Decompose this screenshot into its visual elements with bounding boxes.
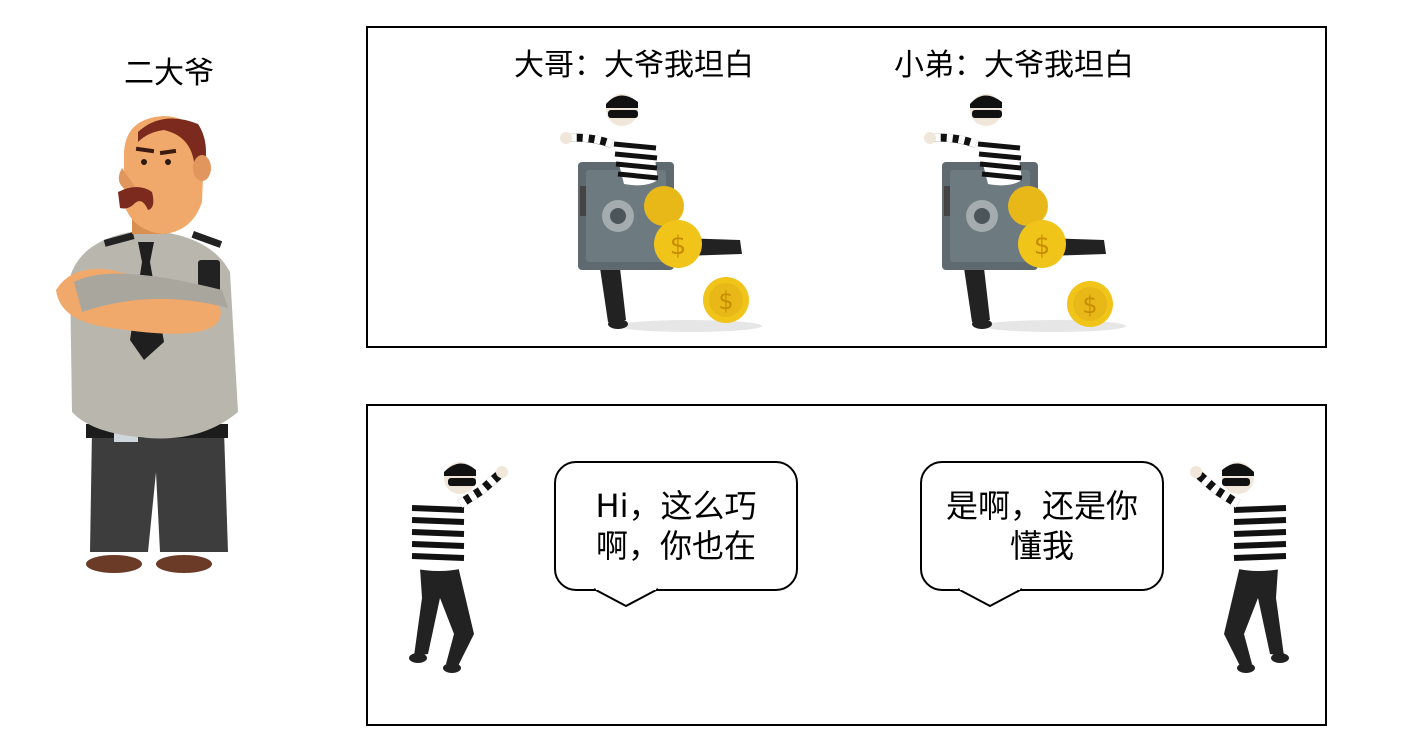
right-bubble-tail <box>958 588 1022 608</box>
svg-text:$: $ <box>670 231 687 261</box>
thief-left-icon <box>402 458 512 678</box>
top-right-caption: 小弟：大爷我坦白 <box>894 48 1134 83</box>
top-panel <box>366 26 1327 348</box>
left-bubble-tail <box>594 588 658 608</box>
guard-figure-icon <box>52 112 252 582</box>
top-left-caption: 大哥：大爷我坦白 <box>514 48 754 83</box>
right-bubble-text: 是啊，还是你 懂我 <box>945 487 1138 565</box>
svg-text:$: $ <box>718 287 733 315</box>
right-speech-bubble: 是啊，还是你 懂我 <box>920 461 1164 591</box>
thief-right-icon <box>1186 458 1296 678</box>
coin-right-icon: $ <box>1066 280 1114 328</box>
left-speech-bubble: Hi，这么巧 啊，你也在 <box>554 461 798 591</box>
guard-label: 二大爷 <box>124 56 214 91</box>
left-bubble-text: Hi，这么巧 啊，你也在 <box>595 487 757 565</box>
svg-text:$: $ <box>1034 231 1051 261</box>
coin-left-icon: $ <box>702 276 750 324</box>
svg-text:$: $ <box>1082 291 1097 319</box>
